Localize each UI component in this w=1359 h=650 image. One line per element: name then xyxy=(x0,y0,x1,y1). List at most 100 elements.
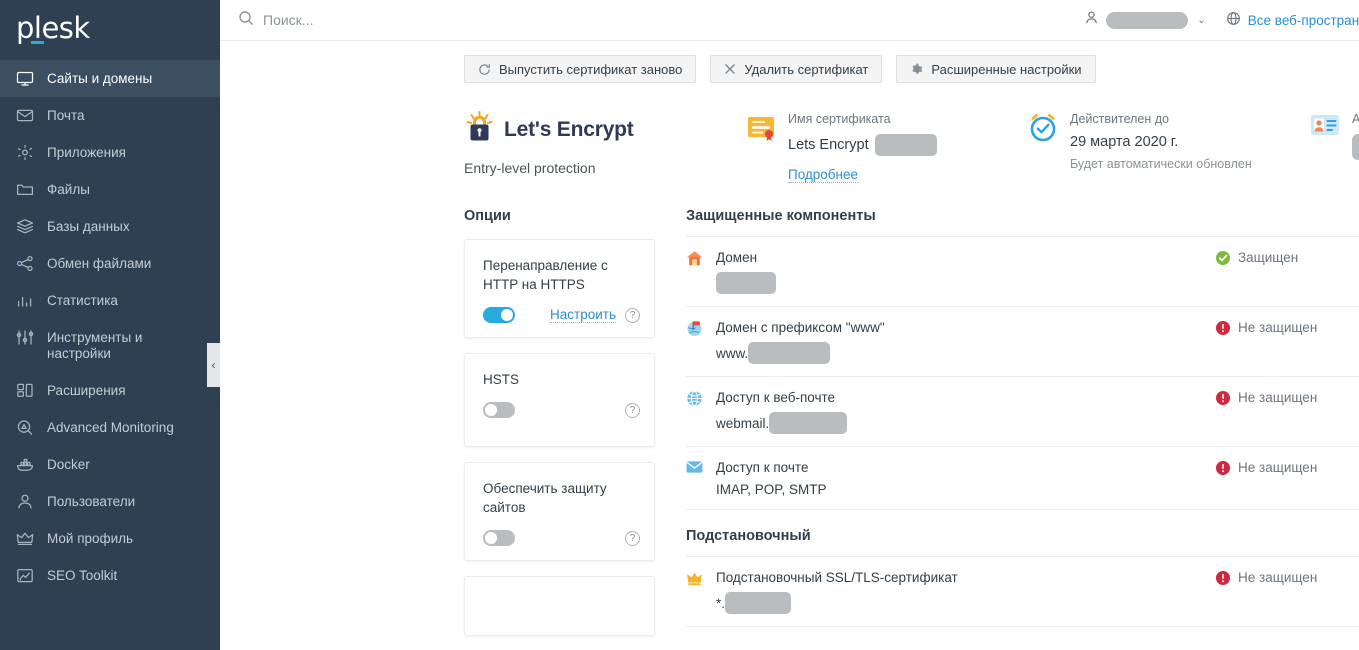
component-row-status: Не защищен xyxy=(1216,459,1359,475)
sidebar-item-8[interactable]: Расширения xyxy=(0,372,220,409)
sidebar-item-10[interactable]: Docker xyxy=(0,446,220,483)
component-row-status: Защищен xyxy=(1216,249,1359,265)
wildcard-row-status: Не защищен xyxy=(1216,569,1359,585)
component-row-status: Не защищен xyxy=(1216,389,1359,405)
webspace-selector[interactable]: Все веб-пространства ⌄ xyxy=(1214,11,1359,29)
option-card-title: HSTS xyxy=(483,370,640,389)
sidebar-item-12[interactable]: Мой профиль xyxy=(0,520,220,557)
component-row-main: Домен xyxy=(716,249,1216,294)
email-text: Адрес электронной почты xyxy=(1352,111,1359,184)
valid-until-text: Действителен до 29 марта 2020 г. Будет а… xyxy=(1070,111,1252,184)
component-row-name: Домен xyxy=(716,249,1216,267)
option-toggle[interactable] xyxy=(483,530,515,546)
option-toggle[interactable] xyxy=(483,307,515,323)
help-icon[interactable]: ? xyxy=(625,308,640,323)
option-card-2: Обеспечить защиту сайтов? xyxy=(464,462,655,561)
option-card-title: Перенаправление с HTTP на HTTPS xyxy=(483,256,640,294)
remove-certificate-label: Удалить сертификат xyxy=(744,62,868,77)
chevron-down-icon: ⌄ xyxy=(1197,15,1205,26)
sidebar-item-label: Пользователи xyxy=(47,493,135,510)
component-row-name: Доступ к веб-почте xyxy=(716,389,1216,407)
status-insecure-icon xyxy=(1216,391,1230,405)
letsencrypt-branding: Let's Encrypt Entry-level protection xyxy=(464,111,746,184)
sidebar-item-3[interactable]: Файлы xyxy=(0,171,220,208)
component-row-sub xyxy=(716,272,1216,294)
component-row-sub: webmail. xyxy=(716,412,1216,434)
sidebar-item-13[interactable]: SEO Toolkit xyxy=(0,557,220,594)
valid-until-label: Действителен до xyxy=(1070,111,1252,128)
sidebar-collapse-toggle[interactable]: ‹ xyxy=(207,343,220,387)
sidebar-item-6[interactable]: Статистика xyxy=(0,282,220,319)
component-row-main: Доступ к веб-почте webmail. xyxy=(716,389,1216,434)
sidebar-item-2[interactable]: Приложения xyxy=(0,134,220,171)
brand-logo[interactable]: plesk xyxy=(0,0,220,57)
bar-chart-icon xyxy=(16,292,34,309)
sidebar-item-label: Advanced Monitoring xyxy=(47,419,174,436)
brand-logo-text: plesk xyxy=(16,14,90,43)
advanced-settings-button[interactable]: Расширенные настройки xyxy=(896,55,1095,83)
option-toggle[interactable] xyxy=(483,402,515,418)
component-row-status-label: Не защищен xyxy=(1238,460,1317,475)
component-row-sub: www. xyxy=(716,342,1216,364)
main-area: ⌄ Все веб-пространства ⌄ xyxy=(220,0,1359,650)
topbar: ⌄ Все веб-пространства ⌄ xyxy=(220,0,1359,41)
globe-icon xyxy=(1226,11,1241,29)
user-menu[interactable]: ⌄ xyxy=(1080,10,1213,30)
component-row: Доступ к почтеIMAP, POP, SMTP Не защищен xyxy=(686,446,1359,510)
reissue-certificate-label: Выпустить сертификат заново xyxy=(499,62,682,77)
component-row-status-label: Не защищен xyxy=(1238,320,1317,335)
user-icon xyxy=(1084,10,1099,30)
magnifier-circle-icon xyxy=(16,419,34,436)
option-configure-link[interactable]: Настроить xyxy=(550,307,616,323)
certificate-details-link[interactable]: Подробнее xyxy=(788,167,858,183)
components-panel: Защищенные компоненты ДоменЗащищенДомен … xyxy=(655,208,1359,636)
envelope-icon xyxy=(16,107,34,124)
alarm-clock-icon xyxy=(1028,111,1058,184)
globe-icon xyxy=(686,389,704,412)
action-toolbar: Выпустить сертификат заново Удалить серт… xyxy=(220,41,1359,83)
option-card-right: ? xyxy=(625,403,640,418)
app-root: plesk Сайты и доменыПочтаПриложения Файлы… xyxy=(0,0,1359,650)
monitor-icon xyxy=(16,70,34,87)
component-row-name: Домен с префиксом "www" xyxy=(716,319,1216,337)
component-row-main: Доступ к почтеIMAP, POP, SMTP xyxy=(716,459,1216,497)
sidebar-nav: Сайты и доменыПочтаПриложения Файлы Базы д… xyxy=(0,57,220,650)
search-box[interactable] xyxy=(238,10,1080,31)
sidebar-item-11[interactable]: Пользователи xyxy=(0,483,220,520)
sidebar-item-1[interactable]: Почта xyxy=(0,97,220,134)
help-icon[interactable]: ? xyxy=(625,403,640,418)
user-icon xyxy=(16,493,34,510)
status-insecure-icon xyxy=(1216,571,1230,585)
sidebar-item-7[interactable]: Инструменты и настройки xyxy=(0,319,220,372)
remove-certificate-button[interactable]: Удалить сертификат xyxy=(710,55,882,83)
folder-icon xyxy=(16,181,34,198)
crown-icon xyxy=(16,530,34,547)
blocks-icon xyxy=(16,382,34,399)
option-card-1: HSTS? xyxy=(464,353,655,447)
letsencrypt-name: Let's Encrypt xyxy=(504,118,634,142)
help-icon[interactable]: ? xyxy=(625,531,640,546)
sidebar-item-5[interactable]: Обмен файлами xyxy=(0,245,220,282)
certificate-name-label: Имя сертификата xyxy=(788,111,937,128)
topbar-actions: ⌄ Все веб-пространства ⌄ xyxy=(1080,5,1359,35)
option-card-3 xyxy=(464,576,655,636)
option-card-right: Настроить? xyxy=(550,307,640,323)
docker-whale-icon xyxy=(16,456,34,473)
letsencrypt-logo: Let's Encrypt xyxy=(464,111,746,149)
sidebar-item-label: Инструменты и настройки xyxy=(47,329,208,362)
lower-section: Опции Перенаправление с HTTP на HTTPSНас… xyxy=(220,208,1359,636)
component-row-name: Доступ к почте xyxy=(716,459,1216,477)
search-input[interactable] xyxy=(263,12,623,28)
option-card-title: Обеспечить защиту сайтов xyxy=(483,479,640,517)
crown-icon xyxy=(686,569,704,592)
certificate-name-value: Lets Encrypt xyxy=(788,134,937,156)
sidebar-item-9[interactable]: Advanced Monitoring xyxy=(0,409,220,446)
page-content: Выпустить сертификат заново Удалить серт… xyxy=(220,41,1359,650)
sidebar-item-label: Файлы xyxy=(47,181,90,198)
sidebar-item-label: SEO Toolkit xyxy=(47,567,117,584)
valid-until-note: Будет автоматически обновлен xyxy=(1070,157,1252,171)
email-redacted xyxy=(1352,134,1359,160)
reissue-certificate-button[interactable]: Выпустить сертификат заново xyxy=(464,55,696,83)
sidebar-item-4[interactable]: Базы данных xyxy=(0,208,220,245)
sidebar-item-0[interactable]: Сайты и домены xyxy=(0,60,220,97)
